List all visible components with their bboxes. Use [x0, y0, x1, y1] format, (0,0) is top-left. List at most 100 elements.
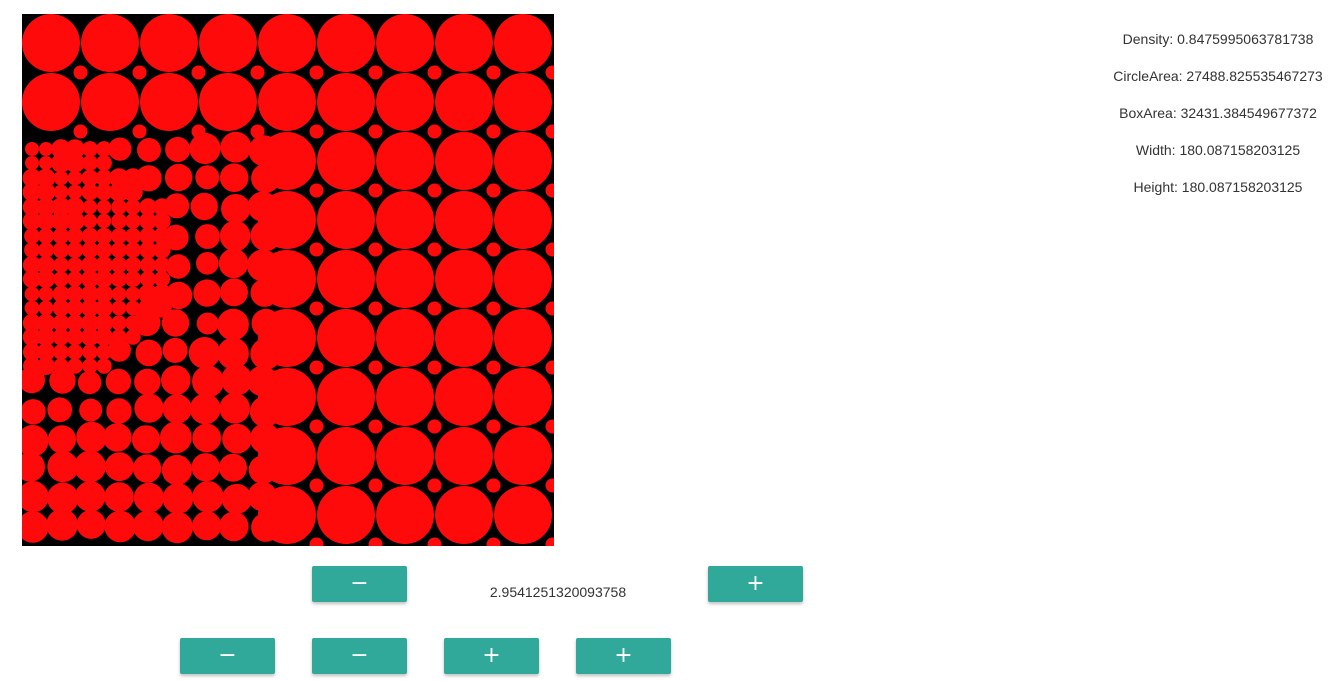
- packed-circle: [134, 368, 161, 396]
- packed-circle: [38, 242, 54, 258]
- packed-circle: [161, 454, 192, 486]
- packed-circle: [161, 309, 190, 337]
- packed-circle: [96, 358, 112, 374]
- packed-circle: [486, 478, 501, 493]
- packed-circle: [317, 132, 375, 190]
- packed-circle: [435, 486, 493, 544]
- packed-circle: [368, 242, 383, 257]
- packed-circle: [188, 337, 221, 369]
- packed-circle: [199, 14, 257, 72]
- packed-circle: [427, 124, 442, 139]
- packed-circle: [376, 14, 434, 72]
- packed-circle: [163, 224, 189, 251]
- packed-circle: [111, 228, 127, 244]
- packed-circle: [124, 256, 142, 274]
- packed-circle: [111, 300, 127, 316]
- packed-circle: [250, 338, 282, 370]
- packed-circle: [24, 242, 40, 258]
- packed-circle: [95, 241, 113, 259]
- packed-circle: [368, 301, 383, 316]
- packed-circle: [24, 286, 40, 302]
- packed-circle: [368, 419, 383, 434]
- scale-increase-button[interactable]: +: [708, 566, 803, 602]
- packed-circle: [545, 242, 554, 257]
- packed-circle: [250, 278, 279, 307]
- packed-circle: [132, 510, 164, 542]
- packed-circle: [435, 368, 493, 426]
- packed-circle: [486, 183, 501, 198]
- packed-circle: [192, 481, 224, 513]
- packed-circle: [67, 257, 83, 273]
- packed-circle: [104, 482, 134, 512]
- packed-circle: [76, 421, 107, 453]
- packed-circle: [52, 227, 70, 245]
- packed-circle: [132, 454, 162, 483]
- packed-circle: [164, 281, 193, 310]
- packed-circle: [376, 191, 434, 249]
- packed-circle: [140, 73, 198, 131]
- packed-circle: [435, 14, 493, 72]
- packed-circle: [135, 165, 162, 192]
- packed-circle: [376, 309, 434, 367]
- packed-circle: [22, 73, 80, 131]
- decrease-button-1[interactable]: −: [180, 638, 275, 674]
- packed-circle: [545, 537, 554, 546]
- packed-circle: [376, 368, 434, 426]
- packed-circle: [249, 423, 281, 454]
- packed-circle: [25, 156, 39, 170]
- increase-button-2[interactable]: +: [576, 638, 671, 674]
- packed-circle: [110, 256, 128, 274]
- packed-circle: [131, 425, 161, 454]
- packed-circle: [317, 191, 375, 249]
- packed-circle: [435, 191, 493, 249]
- packed-circle: [137, 138, 161, 162]
- packed-circle: [376, 132, 434, 190]
- packed-circle: [190, 192, 218, 221]
- packed-circle: [111, 286, 127, 302]
- packed-circle: [74, 450, 106, 483]
- packed-circle: [317, 250, 375, 308]
- packed-circle: [82, 141, 98, 157]
- packed-circle: [193, 279, 221, 307]
- packed-circle: [39, 142, 53, 156]
- packed-circle: [192, 511, 222, 541]
- packed-circle: [545, 124, 554, 139]
- packed-circle: [22, 399, 46, 425]
- packed-circle: [427, 537, 442, 546]
- packed-circle: [368, 360, 383, 375]
- packed-circle: [25, 142, 39, 156]
- packed-circle: [67, 170, 83, 186]
- packed-circle: [36, 269, 56, 289]
- packed-circle: [47, 397, 73, 423]
- packed-circle: [368, 183, 383, 198]
- packed-circle: [132, 65, 147, 80]
- packed-circle: [219, 393, 250, 424]
- packed-circle: [376, 486, 434, 544]
- packed-circle: [247, 191, 278, 222]
- packed-circle: [140, 14, 198, 72]
- width-stat: Width: 180.087158203125: [1135, 142, 1301, 158]
- packed-circle: [49, 367, 76, 394]
- packed-circle: [309, 301, 324, 316]
- packed-circle: [317, 73, 375, 131]
- circle-packing-canvas: [22, 14, 554, 546]
- packed-circle: [111, 199, 127, 215]
- packed-circle: [435, 427, 493, 485]
- packed-circle: [427, 301, 442, 316]
- increase-button-1[interactable]: +: [444, 638, 539, 674]
- packed-circle: [427, 65, 442, 80]
- packed-circle: [96, 155, 112, 171]
- scale-decrease-button[interactable]: −: [312, 566, 407, 602]
- packed-circle: [106, 398, 132, 424]
- packed-circle: [22, 511, 49, 543]
- packed-circle: [65, 211, 85, 231]
- packed-circle: [125, 242, 141, 258]
- packed-circle: [66, 241, 84, 259]
- height-stat: Height: 180.087158203125: [1133, 179, 1303, 195]
- packed-circle: [189, 132, 221, 165]
- packed-circle: [107, 338, 131, 362]
- packed-circle: [376, 73, 434, 131]
- packed-circle: [153, 212, 171, 230]
- decrease-button-2[interactable]: −: [312, 638, 407, 674]
- packed-circle: [53, 344, 69, 360]
